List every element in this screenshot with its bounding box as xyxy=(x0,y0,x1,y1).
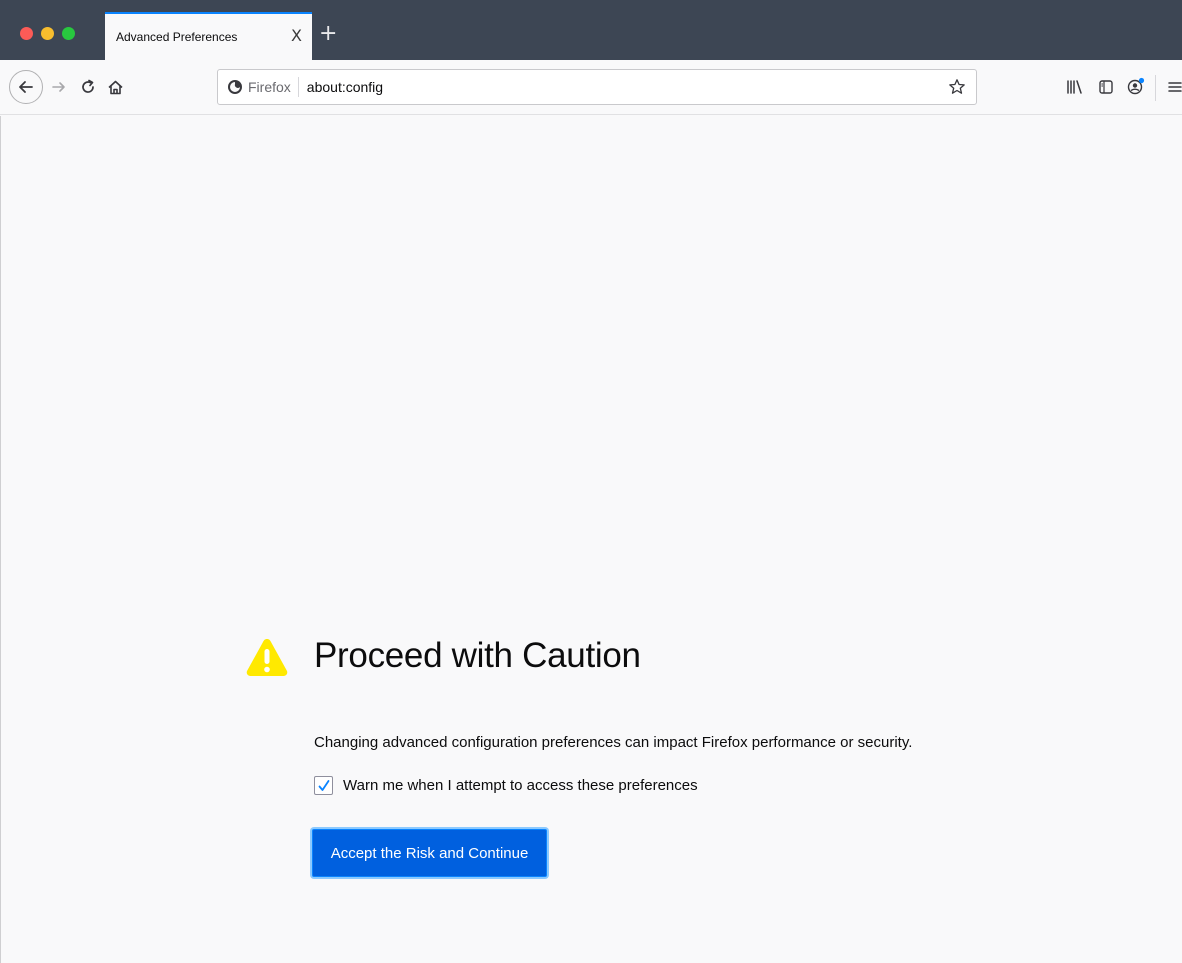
tab-title: Advanced Preferences xyxy=(116,30,238,44)
open-menu-button[interactable] xyxy=(1163,75,1182,99)
sidebar-icon xyxy=(1099,80,1113,94)
new-tab-button[interactable]: + xyxy=(319,22,337,46)
page-title: Proceed with Caution xyxy=(314,636,641,675)
tab-strip: Advanced Preferences X + xyxy=(0,0,1182,60)
home-button[interactable] xyxy=(103,75,127,99)
navigation-toolbar: Firefox about:config xyxy=(0,60,1182,115)
warn-checkbox[interactable] xyxy=(314,776,333,795)
home-icon xyxy=(107,80,123,94)
identity-label: Firefox xyxy=(248,79,291,95)
accept-risk-button[interactable]: Accept the Risk and Continue xyxy=(312,829,547,877)
sidebar-button[interactable] xyxy=(1094,75,1118,99)
checkmark-icon xyxy=(318,779,329,791)
library-button[interactable] xyxy=(1063,75,1087,99)
url-divider xyxy=(297,77,299,97)
reload-button[interactable] xyxy=(76,75,100,99)
window-zoom-button[interactable] xyxy=(62,27,75,40)
tab-advanced-preferences[interactable]: Advanced Preferences X xyxy=(105,12,312,60)
page-content: Proceed with Caution Changing advanced c… xyxy=(0,116,1182,963)
bookmark-star-icon xyxy=(949,79,965,94)
warn-preference-row[interactable]: Warn me when I attempt to access these p… xyxy=(314,776,698,795)
window-close-button[interactable] xyxy=(20,27,33,40)
reload-icon xyxy=(82,79,94,93)
url-bar[interactable]: Firefox about:config xyxy=(217,69,977,105)
hamburger-menu-icon xyxy=(1168,82,1182,92)
library-icon xyxy=(1067,80,1082,94)
back-button[interactable] xyxy=(9,70,43,104)
tab-close-button[interactable]: X xyxy=(291,26,302,46)
forward-button[interactable] xyxy=(47,75,71,99)
account-button[interactable] xyxy=(1124,75,1148,99)
warn-checkbox-label[interactable]: Warn me when I attempt to access these p… xyxy=(343,777,698,794)
account-icon xyxy=(1127,77,1145,95)
toolbar-divider xyxy=(1155,75,1156,101)
warning-icon xyxy=(246,639,288,676)
bookmark-button[interactable] xyxy=(946,76,968,98)
window-controls xyxy=(20,27,75,40)
forward-arrow-icon xyxy=(52,82,65,92)
url-text[interactable]: about:config xyxy=(307,79,946,95)
warning-description: Changing advanced configuration preferen… xyxy=(314,734,913,751)
back-arrow-icon xyxy=(19,81,33,93)
firefox-logo-icon xyxy=(228,80,242,94)
identity-box[interactable]: Firefox xyxy=(227,79,291,95)
window-minimize-button[interactable] xyxy=(41,27,54,40)
